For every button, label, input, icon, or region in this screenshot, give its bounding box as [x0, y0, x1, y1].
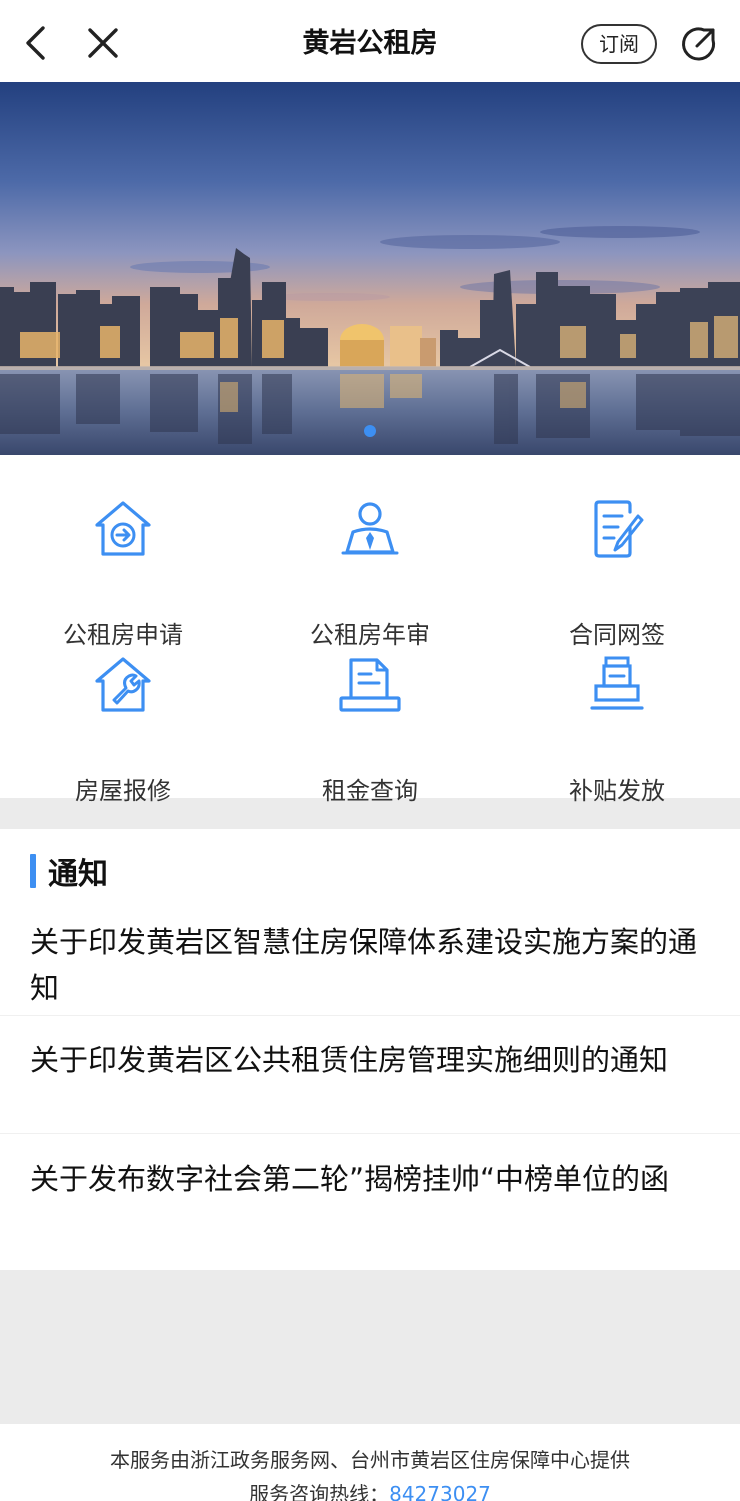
hotline-row: 服务咨询热线：84273027	[0, 1478, 740, 1501]
banner-carousel[interactable]	[0, 82, 740, 455]
service-label: 公租房年审	[310, 621, 430, 649]
document-pen-icon	[583, 495, 651, 563]
notice-item[interactable]: 关于发布数字社会第二轮”揭榜挂帅“中榜单位的函	[30, 1156, 710, 1202]
service-rent-inquiry[interactable]: 租金查询	[247, 651, 493, 805]
receipt-icon	[336, 651, 404, 719]
service-provider-text: 本服务由浙江政务服务网、台州市黄岩区住房保障中心提供	[110, 1448, 630, 1472]
top-navbar: 黄岩公租房 订阅	[0, 0, 740, 82]
share-icon	[682, 27, 716, 61]
service-subsidy-payment[interactable]: 补贴发放	[494, 651, 740, 805]
page-title: 黄岩公租房	[302, 28, 438, 59]
service-grid: 公租房申请 公租房年审 合同网签 房屋报修 租金查询 补贴发放	[0, 455, 740, 805]
service-house-repair[interactable]: 房屋报修	[0, 651, 246, 805]
service-label: 补贴发放	[569, 777, 665, 805]
service-label: 公租房申请	[63, 621, 183, 649]
notice-item[interactable]: 关于印发黄岩区公共租赁住房管理实施细则的通知	[30, 1037, 710, 1083]
person-tie-icon	[336, 495, 404, 563]
subscribe-button[interactable]: 订阅	[581, 24, 657, 64]
notice-title: 通知	[48, 857, 108, 892]
chevron-left-icon	[26, 26, 45, 60]
service-label: 租金查询	[322, 777, 418, 805]
share-button[interactable]	[678, 22, 720, 66]
house-wrench-icon	[89, 651, 157, 719]
divider	[0, 1133, 740, 1134]
house-arrow-icon	[89, 495, 157, 563]
stamp-icon	[583, 651, 651, 719]
service-public-rental-application[interactable]: 公租房申请	[0, 495, 246, 649]
service-contract-signing[interactable]: 合同网签	[494, 495, 740, 649]
notice-item[interactable]: 关于印发黄岩区智慧住房保障体系建设实施方案的通知	[30, 919, 710, 1011]
service-label: 合同网签	[569, 621, 665, 649]
footer: 本服务由浙江政务服务网、台州市黄岩区住房保障中心提供 服务咨询热线：842730…	[0, 1424, 740, 1501]
close-icon	[88, 28, 118, 58]
service-label: 房屋报修	[75, 777, 171, 805]
service-annual-review[interactable]: 公租房年审	[247, 495, 493, 649]
section-accent-bar	[30, 854, 36, 888]
notice-header: 通知	[30, 851, 108, 892]
city-skyline-image	[0, 82, 740, 455]
hotline-number-link[interactable]: 84273027	[389, 1482, 491, 1501]
divider	[0, 1015, 740, 1016]
hotline-label: 服务咨询热线：	[249, 1482, 390, 1501]
carousel-indicator-dot[interactable]	[364, 425, 376, 437]
back-button[interactable]	[14, 20, 56, 66]
close-button[interactable]	[82, 20, 124, 66]
notice-section: 通知 关于印发黄岩区智慧住房保障体系建设实施方案的通知 关于印发黄岩区公共租赁住…	[0, 829, 740, 1270]
